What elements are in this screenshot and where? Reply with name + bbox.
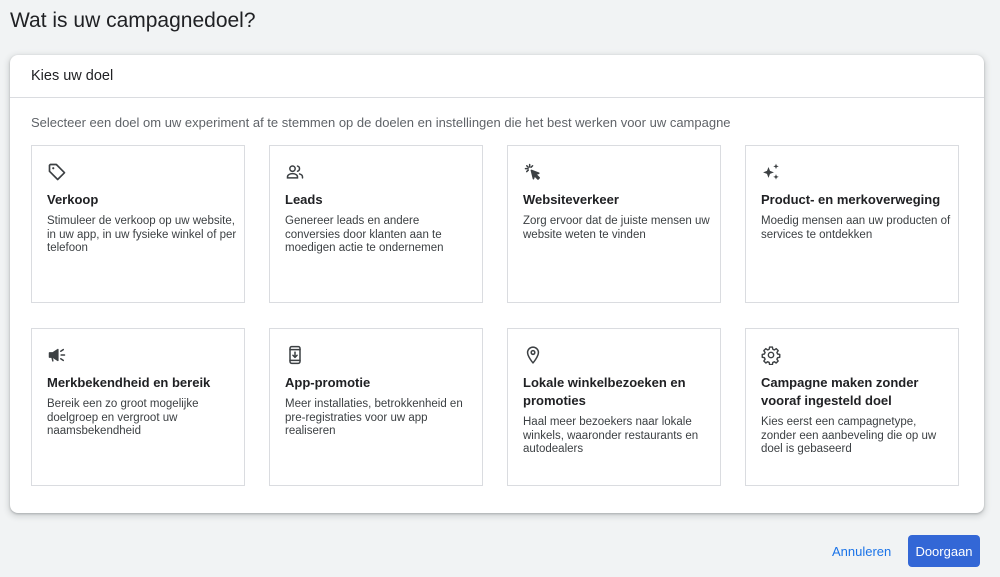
goal-card-description: Kies eerst een campagnetype, zonder een …	[761, 416, 937, 455]
cancel-button[interactable]: Annuleren	[824, 535, 899, 567]
goal-card-description: Meer installaties, betrokkenheid en pre-…	[285, 398, 463, 437]
goal-selection-panel: Kies uw doel Selecteer een doel om uw ex…	[10, 55, 984, 513]
goal-card-description: Bereik een zo groot mogelijke doelgroep …	[47, 398, 199, 437]
goal-card-title: App-promotie	[285, 375, 371, 390]
goal-card-title: Product- en merkoverweging	[761, 192, 941, 207]
goal-card-title: Verkoop	[47, 192, 99, 207]
gear-icon	[761, 345, 781, 365]
goal-card-title: Lokale winkelbezoeken en promoties	[523, 375, 686, 408]
panel-subtitle: Selecteer een doel om uw experiment af t…	[31, 115, 731, 130]
phone-download-icon	[285, 345, 305, 365]
location-pin-icon	[523, 345, 543, 365]
goal-card-description: Haal meer bezoekers naar lokale winkels,…	[523, 416, 699, 455]
goal-card-description: Zorg ervoor dat de juiste mensen uw webs…	[523, 215, 710, 241]
click-cursor-icon	[523, 162, 543, 182]
goal-card-product-brand[interactable]: Product- en merkoverweging Moedig mensen…	[745, 145, 959, 303]
goal-card-no-goal[interactable]: Campagne maken zonder vooraf ingesteld d…	[745, 328, 959, 486]
goal-card-website-traffic[interactable]: Websiteverkeer Zorg ervoor dat de juiste…	[507, 145, 721, 303]
goal-card-app-promotion[interactable]: App-promotie Meer installaties, betrokke…	[269, 328, 483, 486]
goal-card-description: Genereer leads en andere conversies door…	[285, 215, 444, 254]
goal-card-title: Websiteverkeer	[523, 192, 619, 207]
megaphone-icon	[47, 345, 67, 365]
goal-card-description: Moedig mensen aan uw producten of servic…	[761, 215, 951, 241]
goal-card-title: Leads	[285, 192, 323, 207]
goal-card-leads[interactable]: Leads Genereer leads en andere conversie…	[269, 145, 483, 303]
tag-icon	[47, 162, 67, 182]
panel-header: Kies uw doel	[10, 55, 984, 98]
goal-card-title: Merkbekendheid en bereik	[47, 375, 211, 390]
sparkle-icon	[761, 162, 781, 182]
goal-card-sales[interactable]: Verkoop Stimuleer de verkoop op uw websi…	[31, 145, 245, 303]
goal-card-title: Campagne maken zonder vooraf ingesteld d…	[761, 375, 919, 408]
goal-card-local-store-visits[interactable]: Lokale winkelbezoeken en promoties Haal …	[507, 328, 721, 486]
goal-card-brand-awareness[interactable]: Merkbekendheid en bereik Bereik een zo g…	[31, 328, 245, 486]
page-title: Wat is uw campagnedoel?	[10, 9, 256, 32]
people-icon	[285, 162, 305, 182]
goal-card-description: Stimuleer de verkoop op uw website, in u…	[47, 215, 237, 254]
continue-button[interactable]: Doorgaan	[908, 535, 980, 567]
